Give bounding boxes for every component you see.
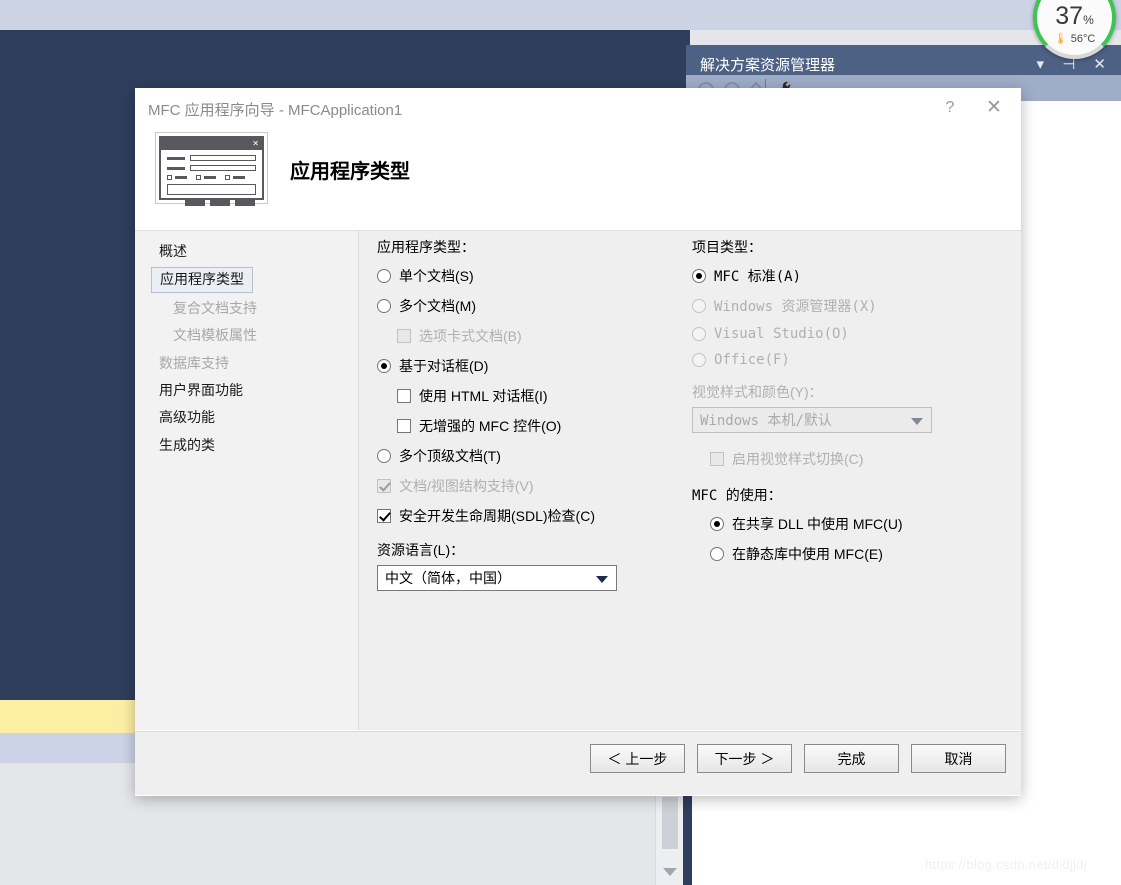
sidebar-item-generated-classes[interactable]: 生成的类 [135,432,358,459]
checkbox-icon [710,452,724,466]
visual-style-label: 视觉样式和颜色(Y)： [692,384,823,400]
chevron-down-icon [911,418,923,425]
solution-explorer-title: 解决方案资源管理器 [700,57,836,74]
sidebar-item-overview[interactable]: 概述 [135,238,358,265]
project-type-group-label: 项目类型： [692,239,762,255]
close-icon[interactable]: ✕ [977,93,1011,123]
wizard-nav-pane: 概述 应用程序类型 复合文档支持 文档模板属性 数据库支持 用户界面功能 高级功… [135,231,359,730]
scrollbar-thumb[interactable] [662,797,678,849]
option-enable-visual-style-switching: 启用视觉样式切换(C) [710,449,932,469]
back-button[interactable]: ＜ 上一步 [590,744,685,773]
checkbox-icon [397,329,411,343]
sidebar-item-user-interface-features[interactable]: 用户界面功能 [135,377,358,404]
radio-icon[interactable] [710,517,724,531]
dialog-title: MFC 应用程序向导 - MFCApplication1 [148,102,403,119]
radio-icon[interactable] [710,547,724,561]
radio-icon [692,327,706,341]
thermometer-icon: 🌡 [1053,33,1068,45]
chevron-down-icon[interactable] [596,576,608,583]
option-document-view-architecture-support: 文档/视图结构支持(V) [377,476,687,496]
vertical-scrollbar[interactable] [655,795,683,885]
gauge-percent-unit: % [1083,13,1094,27]
sidebar-item-compound-document-support: 复合文档支持 [173,299,257,316]
option-label: 单个文档(S) [399,268,474,284]
gauge-temperature: 🌡 56°C [1037,32,1112,45]
radio-icon[interactable] [692,269,706,283]
application-type-column: 应用程序类型： 单个文档(S) 多个文档(M) 选项卡式文档(B) 基于对话框(… [377,237,687,591]
option-label: 安全开发生命周期(SDL)检查(C) [399,508,595,524]
project-type-column: 项目类型： MFC 标准(A) Windows 资源管理器(X) Visual … [692,237,932,574]
dialog-body: 概述 应用程序类型 复合文档支持 文档模板属性 数据库支持 用户界面功能 高级功… [135,230,1021,730]
sidebar-item-advanced-features[interactable]: 高级功能 [135,404,358,431]
gauge-temperature-value: 56°C [1070,33,1096,45]
desktop-top-strip [0,0,1121,30]
visual-style-select: Windows 本机/默认 [692,407,932,433]
option-no-enhanced-mfc-controls[interactable]: 无增强的 MFC 控件(O) [397,416,687,436]
checkbox-icon[interactable] [397,389,411,403]
resource-language-value: 中文（简体，中国） [385,570,511,586]
option-label: 选项卡式文档(B) [419,328,522,344]
option-multiple-documents[interactable]: 多个文档(M) [377,296,687,316]
gauge-percent-value: 37% [1037,4,1112,29]
radio-icon [692,299,706,313]
option-mfc-standard[interactable]: MFC 标准(A) [692,266,932,286]
watermark-text: https://blog.csdn.net/didjjdj [925,857,1087,872]
option-single-document[interactable]: 单个文档(S) [377,266,687,286]
option-label: 多个顶级文档(T) [399,448,501,464]
option-label: Office(F) [714,352,790,368]
footer-button-group: ＜ 上一步 下一步 ＞ 完成 取消 [590,744,1006,773]
scroll-down-arrow-icon[interactable] [663,868,677,876]
option-multiple-top-level-documents[interactable]: 多个顶级文档(T) [377,446,687,466]
page-title: 应用程序类型 [290,159,410,183]
option-label: 文档/视图结构支持(V) [399,478,534,494]
app-type-illustration-icon: ✕ [155,132,268,206]
gauge-percent-number: 37 [1055,2,1084,30]
dialog-titlebar: MFC 应用程序向导 - MFCApplication1 ? ✕ [135,88,1021,130]
resource-language-label: 资源语言(L)： [377,542,465,558]
dialog-header: ✕ 应用程序类型 [135,130,1021,230]
option-use-html-dialog[interactable]: 使用 HTML 对话框(I) [397,386,687,406]
option-label: 多个文档(M) [399,298,476,314]
option-label: 使用 HTML 对话框(I) [419,388,548,404]
option-sdl-checks[interactable]: 安全开发生命周期(SDL)检查(C) [377,506,687,526]
option-label: MFC 标准(A) [714,269,802,285]
checkbox-icon[interactable] [397,419,411,433]
radio-icon [692,353,706,367]
option-tabbed-documents: 选项卡式文档(B) [397,326,687,346]
option-label: Visual Studio(O) [714,326,849,342]
sidebar-item-database-support: 数据库支持 [159,354,229,371]
sidebar-item-application-type[interactable]: 应用程序类型 [151,267,253,293]
cancel-button[interactable]: 取消 [911,744,1006,773]
option-dialog-based[interactable]: 基于对话框(D) [377,356,687,376]
checkbox-icon[interactable] [377,509,391,523]
finish-button[interactable]: 完成 [804,744,899,773]
option-office: Office(F) [692,352,932,368]
screen: 解决方案资源管理器 ▾ ⊣ ✕ 37% 🌡 56°C https://blog.… [0,0,1121,885]
dialog-footer: ＜ 上一步 下一步 ＞ 完成 取消 [135,730,1021,795]
wizard-content-pane: 应用程序类型： 单个文档(S) 多个文档(M) 选项卡式文档(B) 基于对话框(… [359,231,1021,730]
checkbox-icon [377,479,391,493]
sidebar-item-document-template-properties: 文档模板属性 [173,327,257,344]
next-button[interactable]: 下一步 ＞ [697,744,792,773]
option-label: 在静态库中使用 MFC(E) [732,546,883,562]
help-button[interactable]: ? [933,93,967,123]
option-use-mfc-in-shared-dll[interactable]: 在共享 DLL 中使用 MFC(U) [710,514,932,534]
radio-icon[interactable] [377,269,391,283]
mfc-application-wizard-dialog: MFC 应用程序向导 - MFCApplication1 ? ✕ ✕ 应用程序类… [135,88,1021,796]
option-label: 无增强的 MFC 控件(O) [419,418,562,434]
visual-style-value: Windows 本机/默认 [700,413,832,429]
mfc-usage-group-label: MFC 的使用： [692,488,782,504]
radio-icon[interactable] [377,359,391,373]
option-label: 基于对话框(D) [399,358,489,374]
option-visual-studio: Visual Studio(O) [692,326,932,342]
radio-icon[interactable] [377,449,391,463]
application-type-group-label: 应用程序类型： [377,239,475,255]
resource-language-select[interactable]: 中文（简体，中国） [377,565,617,591]
option-label: 启用视觉样式切换(C) [732,451,864,467]
option-label: 在共享 DLL 中使用 MFC(U) [732,516,903,532]
radio-icon[interactable] [377,299,391,313]
option-label: Windows 资源管理器(X) [714,299,877,315]
option-use-mfc-in-static-library[interactable]: 在静态库中使用 MFC(E) [710,544,932,564]
option-windows-explorer: Windows 资源管理器(X) [692,296,932,316]
